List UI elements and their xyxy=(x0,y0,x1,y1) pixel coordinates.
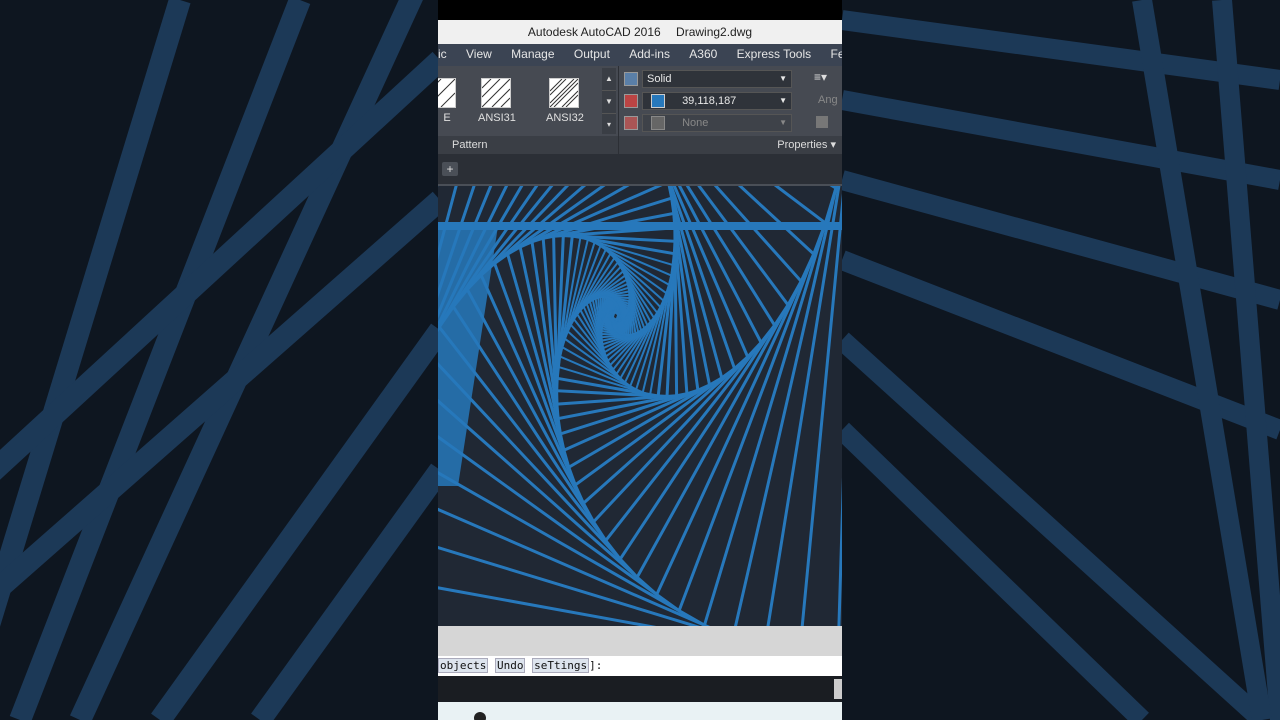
layer-icon[interactable]: ≡▾ xyxy=(814,70,842,88)
solid-hatch-band xyxy=(438,222,842,230)
chevron-down-icon: ▼ xyxy=(779,118,787,127)
tab-output[interactable]: Output xyxy=(566,44,618,64)
chevron-down-icon: ▼ xyxy=(779,96,787,105)
pattern-label: E xyxy=(443,112,451,124)
hatch-swatch-icon xyxy=(481,78,511,108)
file-tab-strip: + xyxy=(438,154,842,186)
pattern-label: ANSI32 xyxy=(546,112,584,124)
tab-graphic[interactable]: ic xyxy=(438,44,455,64)
background-right xyxy=(842,0,1280,720)
scroll-up-icon[interactable]: ▲ xyxy=(602,68,616,91)
hatch-type-icon xyxy=(624,72,638,86)
plus-icon[interactable]: + xyxy=(442,162,458,176)
transparency-icon[interactable] xyxy=(816,116,828,128)
status-bar xyxy=(438,702,842,720)
color-swatch xyxy=(651,94,665,109)
background-spiral-right xyxy=(842,0,1280,720)
hatch-type-dropdown[interactable]: Solid ▼ xyxy=(642,70,792,88)
command-line[interactable]: objects Undo seTtings]: xyxy=(438,656,842,676)
spiral-square xyxy=(611,310,620,322)
file-name: Drawing2.dwg xyxy=(676,25,753,39)
command-input[interactable] xyxy=(438,676,842,702)
properties-label-text: Properties xyxy=(777,139,828,151)
command-suffix: ]: xyxy=(589,659,603,672)
none-swatch xyxy=(651,116,665,131)
pattern-panel-label: Pattern xyxy=(452,139,488,151)
ribbon-footer: Pattern Properties ▾ xyxy=(438,136,842,154)
background-color-dropdown[interactable]: None ▼ xyxy=(642,114,792,132)
properties-panel-label[interactable]: Properties ▾ xyxy=(777,136,836,154)
tab-manage[interactable]: Manage xyxy=(503,44,562,64)
pattern-item-ansi31[interactable]: ANSI31 xyxy=(478,78,516,124)
hatch-swatch-icon xyxy=(549,78,579,108)
background-left xyxy=(0,0,438,720)
ribbon-panel: E ANSI31 ANSI32 ▲ ▼ ▾ Solid ▼ 39,118,187… xyxy=(438,66,842,154)
spiral-hatch-drawing xyxy=(438,186,842,626)
background-spiral-left xyxy=(0,0,438,720)
tab-express-tools[interactable]: Express Tools xyxy=(729,44,819,64)
ribbon-tabs: ic View Manage Output Add-ins A360 Expre… xyxy=(438,44,842,66)
drawing-canvas[interactable] xyxy=(438,186,842,626)
hatch-color-value: 39,118,187 xyxy=(682,95,737,107)
option-undo[interactable]: Undo xyxy=(494,658,526,673)
option-settings[interactable]: seTtings xyxy=(532,658,590,673)
command-history xyxy=(438,626,842,656)
title-bar: Autodesk AutoCAD 2016 Drawing2.dwg xyxy=(438,20,842,44)
tab-featured[interactable]: Featured xyxy=(822,44,842,64)
gallery-scroll[interactable]: ▲ ▼ ▾ xyxy=(602,68,616,137)
hatch-color-dropdown[interactable]: 39,118,187 ▼ xyxy=(642,92,792,110)
hatch-swatch-icon xyxy=(438,78,456,108)
tab-add-ins[interactable]: Add-ins xyxy=(621,44,678,64)
hatch-type-value: Solid xyxy=(647,73,672,85)
pattern-item-partial[interactable]: E xyxy=(438,78,456,124)
expand-gallery-icon[interactable]: ▾ xyxy=(602,114,616,137)
scroll-down-icon[interactable]: ▼ xyxy=(602,91,616,114)
chevron-down-icon: ▼ xyxy=(779,74,787,83)
pattern-item-ansi32[interactable]: ANSI32 xyxy=(546,78,584,124)
option-objects[interactable]: objects xyxy=(438,658,489,673)
pattern-label: ANSI31 xyxy=(478,112,516,124)
autocad-window: Autodesk AutoCAD 2016 Drawing2.dwg ic Vi… xyxy=(438,0,842,720)
app-title: Autodesk AutoCAD 2016 xyxy=(527,25,661,39)
background-color-icon xyxy=(624,116,638,130)
tab-view[interactable]: View xyxy=(458,44,500,64)
status-indicator-icon xyxy=(474,712,486,720)
tab-a360[interactable]: A360 xyxy=(681,44,725,64)
command-scroll[interactable] xyxy=(834,679,842,699)
angle-label: Ang xyxy=(818,94,838,106)
hatch-color-icon xyxy=(624,94,638,108)
panel-divider xyxy=(618,136,619,154)
spiral-square xyxy=(572,256,659,376)
background-color-value: None xyxy=(682,117,709,129)
